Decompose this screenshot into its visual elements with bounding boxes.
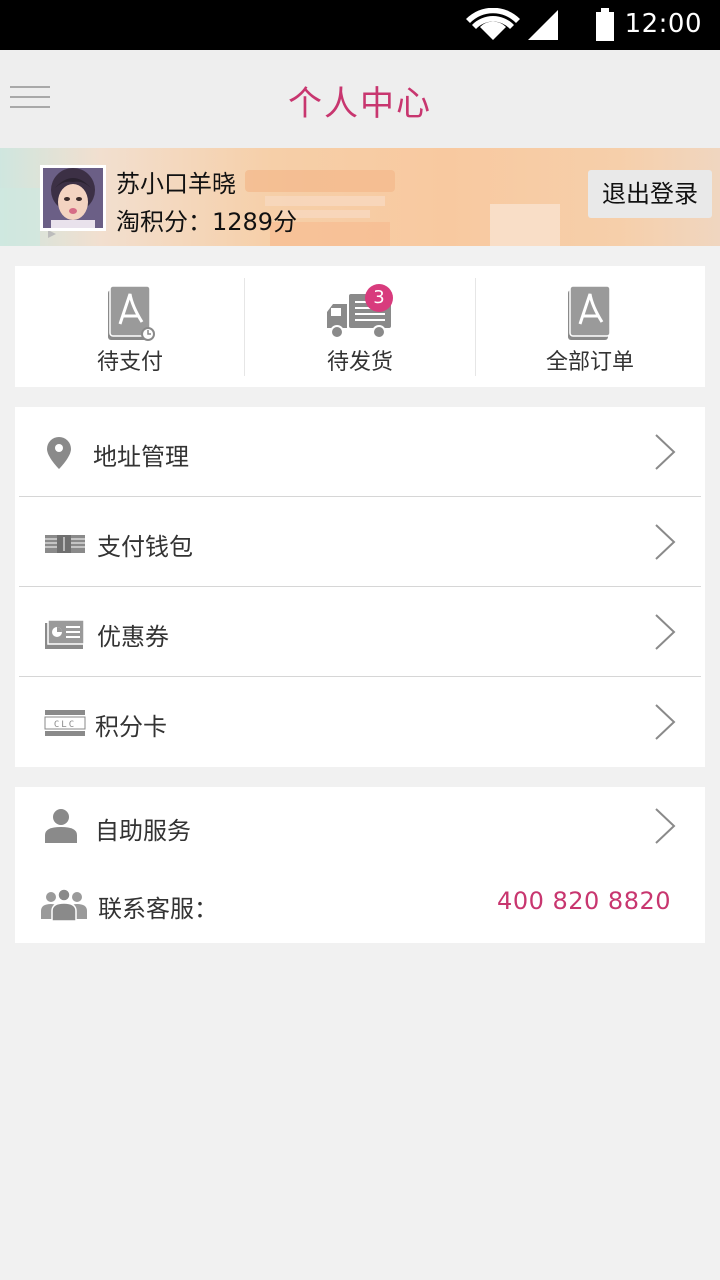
order-tab-pending-shipment[interactable]: 待发货 xyxy=(245,278,475,376)
menu-item-label: 自助服务 xyxy=(95,817,191,845)
menu-item-self-service[interactable]: 自助服务 xyxy=(15,787,705,877)
menu-item-label: 地址管理 xyxy=(93,443,189,471)
customer-service-phone[interactable]: 400 820 8820 xyxy=(497,887,671,915)
contact-label: 联系客服： xyxy=(98,895,218,923)
profile-banner: 苏小口羊晓 淘积分：1289分 退出登录 xyxy=(0,148,720,246)
order-label: 待发货 xyxy=(326,350,393,375)
points-card-text: CLC xyxy=(54,720,76,730)
signal-icon xyxy=(528,10,558,40)
order-tab-all-orders[interactable]: 全部订单 xyxy=(475,278,705,376)
chevron-right-icon xyxy=(655,524,676,560)
service-card: 自助服务 联系客服： 400 820 8820 xyxy=(15,787,705,943)
points-card-icon: CLC xyxy=(44,710,86,736)
orders-card: 待支付 待发货 全部订单 xyxy=(15,266,705,387)
user-points: 淘积分：1289分 xyxy=(116,208,298,236)
page-title: 个人中心 xyxy=(288,84,432,124)
menu-item-wallet[interactable]: 支付钱包 xyxy=(15,497,705,587)
chevron-right-icon xyxy=(655,434,676,470)
status-time: 12:00 xyxy=(624,9,702,39)
order-label: 待支付 xyxy=(96,350,163,375)
chevron-right-icon xyxy=(655,614,676,650)
notification-badge: 3 xyxy=(365,284,393,312)
chevron-right-icon xyxy=(655,808,676,844)
menu-item-label: 支付钱包 xyxy=(97,533,193,561)
logout-button[interactable]: 退出登录 xyxy=(588,170,712,218)
avatar[interactable] xyxy=(40,165,106,231)
menu-item-coupon[interactable]: 优惠券 xyxy=(15,587,705,677)
group-contact-icon xyxy=(41,888,87,921)
menu-item-label: 积分卡 xyxy=(95,713,167,741)
order-label: 全部订单 xyxy=(545,350,634,375)
menu-card: 地址管理 支付钱包 优惠券 CLC 积分卡 xyxy=(15,407,705,767)
wifi-icon xyxy=(466,8,520,40)
avatar-image xyxy=(43,168,103,228)
coupon-icon xyxy=(45,619,85,649)
user-name: 苏小口羊晓 xyxy=(116,170,236,198)
menu-item-address[interactable]: 地址管理 xyxy=(15,407,705,497)
chevron-right-icon xyxy=(655,704,676,740)
menu-item-label: 优惠券 xyxy=(97,623,169,651)
location-pin-icon xyxy=(47,437,71,469)
app-header: 个人中心 xyxy=(0,50,720,148)
status-icons xyxy=(466,8,614,41)
document-icon xyxy=(568,285,611,340)
wallet-icon xyxy=(45,535,85,553)
document-clock-icon xyxy=(108,285,155,341)
person-icon xyxy=(45,809,77,843)
status-bar: 12:00 xyxy=(0,0,720,50)
menu-item-points-card[interactable]: CLC 积分卡 xyxy=(15,677,705,767)
order-tab-pending-payment[interactable]: 待支付 xyxy=(15,278,245,376)
battery-icon xyxy=(596,8,614,41)
